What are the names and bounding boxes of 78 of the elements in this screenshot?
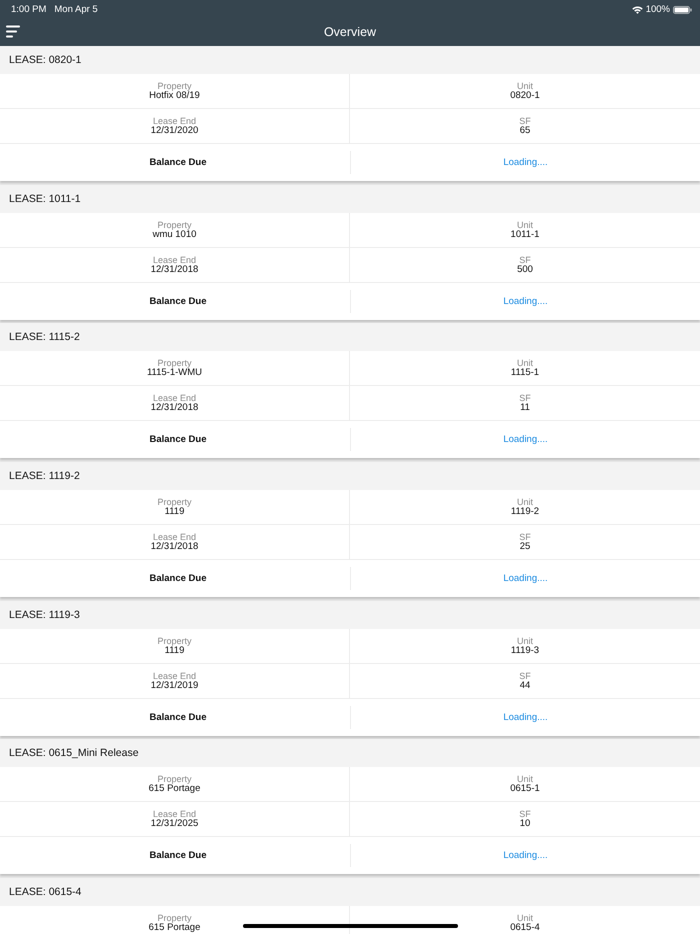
- field-value: 12/31/2018: [150, 542, 198, 552]
- status-date: Mon Apr 5: [54, 4, 98, 15]
- field-label: Unit: [516, 220, 533, 230]
- field-label: Unit: [516, 81, 533, 91]
- field-value: 1119-3: [510, 646, 540, 656]
- field-label: SF: [519, 116, 531, 126]
- field-label: Lease End: [152, 670, 196, 681]
- nav-title: Overview: [324, 24, 376, 38]
- lease-title: LEASE: 0615-4: [9, 886, 82, 898]
- field-label: Property: [157, 81, 192, 91]
- lease-title: LEASE: 1011-1: [9, 192, 81, 205]
- balance-value: Loading....: [503, 296, 548, 307]
- field-value: 11: [520, 403, 530, 414]
- field-label: Lease End: [152, 532, 196, 542]
- field-label: Lease End: [152, 254, 196, 265]
- wifi-icon: [632, 6, 643, 14]
- field-label: SF: [519, 809, 531, 820]
- field-value: 10: [520, 819, 530, 830]
- field-value: 44: [520, 680, 530, 691]
- field-label: Property: [157, 358, 192, 368]
- field-value: 65: [520, 126, 530, 136]
- field-value: 12/31/2025: [150, 819, 198, 830]
- lease-title: LEASE: 0820-1: [9, 54, 82, 66]
- field-label: Unit: [516, 774, 533, 784]
- field-label: Property: [157, 220, 192, 230]
- lease-title: LEASE: 1115-2: [9, 331, 80, 344]
- lease-title: LEASE: 1119-2: [9, 470, 80, 482]
- battery-percent: 100%: [646, 4, 670, 15]
- field-label: Unit: [516, 636, 533, 646]
- field-value: 1119: [164, 506, 184, 517]
- field-label: SF: [519, 254, 531, 265]
- balance-label: Balance Due: [149, 712, 207, 723]
- field-value: 12/31/2020: [150, 126, 198, 136]
- field-value: 615 Portage: [148, 922, 200, 933]
- balance-value: Loading....: [503, 850, 548, 862]
- field-label: SF: [519, 393, 531, 404]
- field-label: Unit: [516, 912, 533, 923]
- lease-title: LEASE: 0615_Mini Release: [9, 747, 139, 760]
- field-label: Lease End: [152, 809, 196, 820]
- field-label: Unit: [516, 496, 533, 507]
- field-value: 12/31/2019: [150, 680, 198, 691]
- field-value: 500: [517, 264, 533, 275]
- field-label: Property: [157, 496, 192, 507]
- field-value: Hotfix 08/19: [149, 91, 200, 101]
- field-value: 12/31/2018: [150, 403, 198, 414]
- balance-value: Loading....: [503, 572, 548, 584]
- field-value: 0820-1: [510, 91, 540, 101]
- field-value: 1119-2: [510, 506, 540, 517]
- field-value: 1119: [164, 646, 184, 656]
- field-value: 0615-4: [510, 922, 540, 933]
- field-label: Lease End: [152, 393, 196, 404]
- field-value: 25: [520, 542, 530, 552]
- menu-icon[interactable]: [6, 25, 20, 38]
- field-value: wmu 1010: [152, 230, 196, 240]
- field-label: SF: [519, 670, 531, 681]
- balance-label: Balance Due: [149, 157, 207, 168]
- field-label: Property: [157, 636, 192, 646]
- balance-value: Loading....: [503, 157, 548, 168]
- balance-value: Loading....: [503, 434, 548, 446]
- balance-label: Balance Due: [149, 850, 207, 862]
- field-label: Lease End: [152, 116, 196, 126]
- field-label: Property: [157, 912, 192, 923]
- field-value: 12/31/2018: [150, 264, 198, 275]
- field-label: Property: [157, 774, 192, 784]
- balance-value: Loading....: [503, 712, 548, 723]
- balance-label: Balance Due: [149, 434, 207, 446]
- field-value: 1115-1-WMU: [146, 368, 202, 378]
- lease-title: LEASE: 1119-3: [9, 608, 80, 621]
- battery-icon: [673, 6, 692, 14]
- field-label: Unit: [516, 358, 533, 368]
- field-value: 1115-1: [510, 368, 540, 378]
- status-time: 1:00 PM: [11, 4, 46, 15]
- field-value: 615 Portage: [148, 784, 200, 794]
- balance-label: Balance Due: [149, 296, 207, 307]
- field-value: 0615-1: [510, 784, 540, 794]
- balance-label: Balance Due: [149, 572, 207, 584]
- field-value: 1011-1: [510, 230, 540, 240]
- field-label: SF: [519, 532, 531, 542]
